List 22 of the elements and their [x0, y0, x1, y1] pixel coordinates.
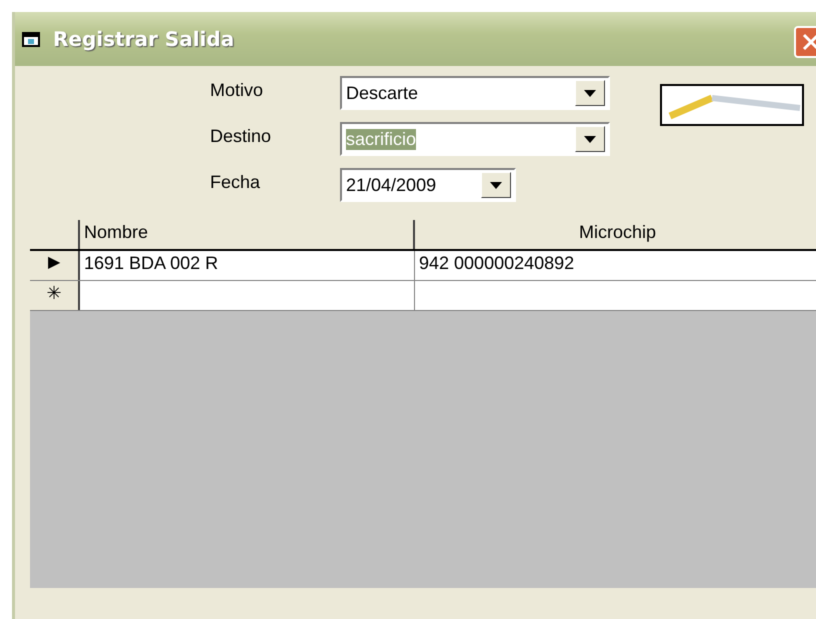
combo-box[interactable]: Descarte: [340, 76, 610, 110]
field-value: Descarte: [346, 82, 418, 104]
current-row-indicator[interactable]: ▶: [30, 251, 80, 280]
table-cell: 1691 BDA 002 R: [80, 251, 415, 280]
caret-icon: [584, 136, 596, 142]
close-icon: [801, 32, 816, 52]
field-value: sacrificio: [346, 128, 416, 150]
caret-icon: [490, 182, 502, 188]
field-label: Destino: [210, 125, 272, 148]
caret-icon: [584, 90, 596, 96]
field-value: 21/04/2009: [346, 174, 436, 196]
field-label: Fecha: [210, 171, 262, 194]
dropdown-button[interactable]: [575, 126, 605, 152]
date-picker[interactable]: 21/04/2009: [340, 168, 516, 202]
dropdown-button[interactable]: [575, 80, 605, 106]
column-header[interactable]: Microchip: [415, 220, 816, 249]
window-title: Registrar Salida: [53, 27, 234, 51]
table-cell: 942 000000240892: [415, 251, 816, 280]
dropdown-button[interactable]: [481, 172, 511, 198]
new-row-indicator[interactable]: ✳: [30, 281, 80, 310]
column-header[interactable]: Nombre: [80, 220, 415, 249]
field-label: Motivo: [210, 79, 264, 102]
